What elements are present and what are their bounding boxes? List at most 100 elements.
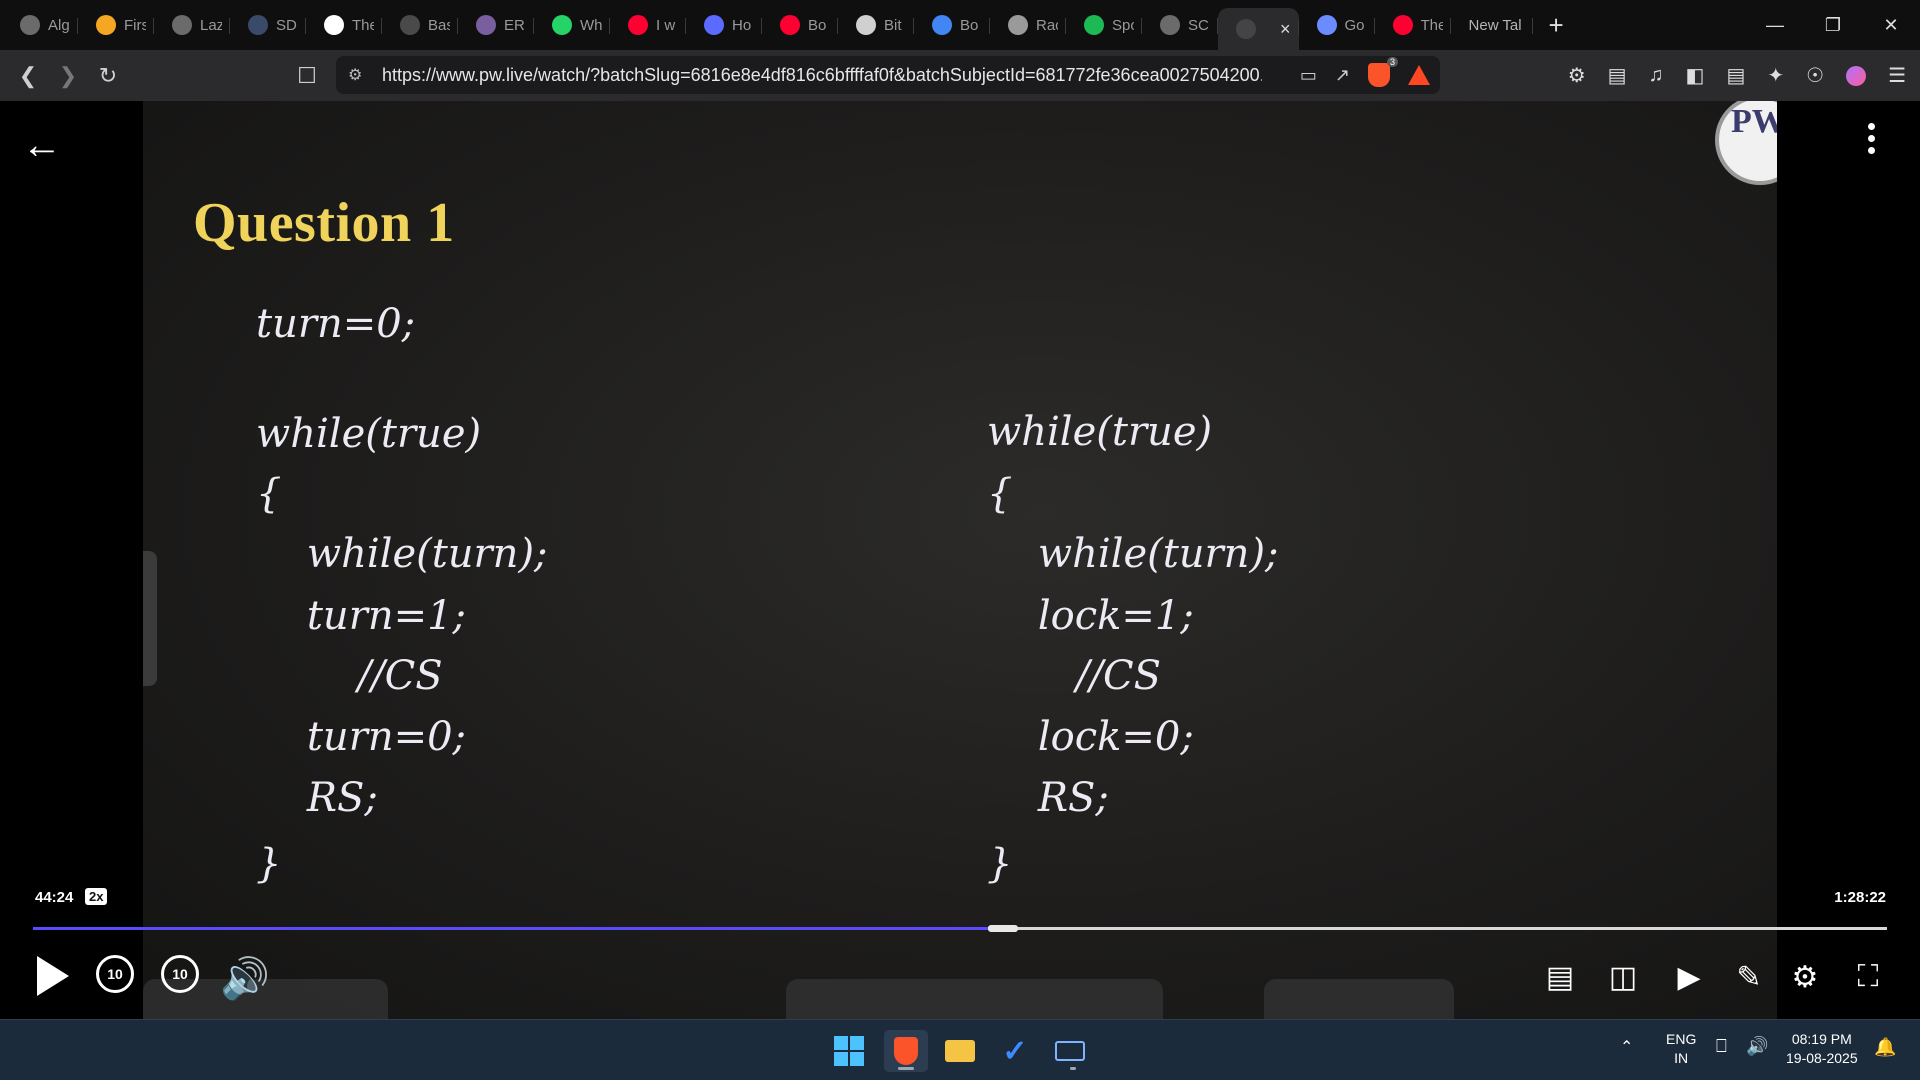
back-icon[interactable]: ❮ (8, 56, 48, 96)
play-button[interactable] (34, 954, 72, 998)
browser-tab[interactable]: Alg (2, 6, 78, 44)
extensions-icon[interactable]: ⚙ (1568, 63, 1586, 88)
video-player[interactable]: PW Question 1 turn=0; while(true) { while(… (0, 101, 1920, 1019)
miniplayer-icon[interactable]: ▶ (1667, 955, 1711, 999)
keyboard-icon[interactable] (1048, 1030, 1092, 1072)
file-explorer-icon[interactable] (938, 1030, 982, 1072)
globe-icon (1236, 19, 1256, 39)
tab-title: Rac (1036, 16, 1058, 34)
address-bar[interactable]: ⚙ https://www.pw.live/watch/?batchSlug=6… (336, 56, 1440, 94)
code-line: RS; (256, 775, 378, 821)
volume-icon[interactable]: 🔊 (220, 955, 270, 1002)
globe-icon (172, 15, 192, 35)
tab-title: Bo (960, 16, 979, 34)
network-icon[interactable]: ⎕ (1716, 1037, 1727, 1056)
seek-bar[interactable] (33, 925, 1887, 932)
tray-overflow-icon[interactable]: ⌃ (1620, 1038, 1633, 1057)
youtube-icon (1392, 15, 1413, 35)
language-indicator[interactable]: ENG IN (1666, 1030, 1696, 1068)
url-text[interactable]: https://www.pw.live/watch/?batchSlug=681… (382, 65, 1262, 86)
more-options-icon[interactable] (1866, 123, 1876, 154)
whiteboard-toolbar-right (1264, 979, 1454, 1019)
browser-tab[interactable]: SDI (230, 6, 306, 44)
minimize-icon[interactable]: — (1746, 0, 1804, 50)
browser-tab[interactable]: I w (610, 6, 686, 44)
code-line: while(true) (256, 411, 482, 457)
brave-shield-icon[interactable]: 3 (1368, 57, 1398, 87)
whiteboard-toolbar-center (786, 979, 1163, 1019)
notification-bell-icon[interactable]: 🔔 (1874, 1038, 1896, 1057)
tab-title: Ho (732, 16, 752, 34)
leo-icon[interactable] (1846, 65, 1867, 86)
translate-icon[interactable]: ◫ (1601, 955, 1645, 999)
seek-bar-played (33, 927, 988, 930)
browser-tab[interactable]: Spo (1066, 6, 1142, 44)
tab-title: Firs (124, 16, 146, 34)
browser-tab[interactable]: Bo (762, 6, 838, 44)
settings-gear-icon[interactable]: ⚙ (1783, 955, 1827, 999)
share-icon[interactable]: ↗ (1335, 65, 1350, 86)
window-controls: — ❐ ✕ (1746, 0, 1920, 50)
todo-icon[interactable]: ✓ (993, 1030, 1037, 1072)
tab-title: New Tal (1468, 16, 1522, 34)
start-button[interactable] (827, 1030, 871, 1072)
vpn-icon[interactable]: ☉ (1806, 63, 1824, 88)
browser-tab[interactable]: The (1375, 6, 1451, 44)
browser-tab[interactable]: Bas (382, 6, 458, 44)
browser-tab[interactable]: Go (1299, 6, 1375, 44)
browser-tab[interactable]: Rac (990, 6, 1066, 44)
new-tab-plus-icon[interactable]: + (1549, 10, 1564, 41)
browser-tab[interactable]: Firs (78, 6, 154, 44)
wallet-icon[interactable]: ▤ (1726, 63, 1745, 88)
fullscreen-icon[interactable]: ⛶ (1846, 955, 1890, 999)
browser-tab[interactable]: The (306, 6, 382, 44)
clock[interactable]: 08:19 PM 19-08-2025 (1786, 1030, 1858, 1068)
captions-icon[interactable]: ▤ (1538, 955, 1582, 999)
menu-icon[interactable]: ☰ (1888, 63, 1906, 88)
erp-icon (476, 15, 496, 35)
forward-10-button[interactable]: 10 (161, 955, 199, 993)
speaker-icon[interactable]: 🔊 (1746, 1037, 1768, 1056)
youtube-icon (628, 15, 648, 35)
cast-icon[interactable]: ▭ (1300, 65, 1317, 86)
rewind-10-button[interactable]: 10 (96, 955, 134, 993)
new-tab[interactable]: New Tal (1451, 6, 1533, 44)
forward-icon[interactable]: ❯ (48, 56, 88, 96)
notes-icon[interactable]: ✎ (1727, 955, 1771, 999)
active-tab[interactable]: × (1218, 8, 1299, 50)
browser-tab[interactable]: Wh (534, 6, 610, 44)
browser-tab[interactable]: ERI (458, 6, 534, 44)
code-line: //CS (256, 653, 443, 699)
back-arrow-icon[interactable]: ← (22, 123, 62, 168)
restore-icon[interactable]: ❐ (1804, 0, 1862, 50)
code-line: while(turn); (256, 531, 548, 577)
sidebar-icon[interactable]: ◧ (1686, 63, 1705, 88)
music-icon[interactable]: ♫ (1649, 64, 1664, 87)
site-settings-icon[interactable]: ⚙ (348, 65, 362, 85)
bitly-icon (856, 15, 876, 35)
browser-tab[interactable]: Bit (838, 6, 914, 44)
browser-tab[interactable]: SCI (1142, 6, 1218, 44)
browser-tab[interactable]: Bo (914, 6, 990, 44)
code-line: { (256, 471, 282, 517)
tab-strip: Alg Firs Laz SDI The Bas ERI Wh I w Ho Bo Bit Bo Rac S… (0, 0, 1920, 50)
code-line: turn=0; (256, 301, 416, 347)
playback-speed-badge[interactable]: 2x (85, 888, 108, 905)
total-time: 1:28:22 (1834, 889, 1886, 906)
brave-taskbar-icon[interactable] (884, 1030, 928, 1072)
close-tab-icon[interactable]: × (1280, 19, 1291, 40)
reader-icon[interactable]: ▤ (1608, 63, 1627, 88)
code-line: turn=1; (256, 593, 467, 639)
close-window-icon[interactable]: ✕ (1862, 0, 1920, 50)
seek-bar-handle[interactable] (988, 925, 1018, 932)
browser-tab[interactable]: Ho (686, 6, 762, 44)
reload-icon[interactable]: ↻ (88, 56, 128, 96)
spotify-icon (1084, 15, 1104, 35)
gemini-icon (1316, 15, 1337, 35)
rewards-icon[interactable] (1408, 65, 1430, 85)
ai-sparkle-icon[interactable]: ✦ (1767, 63, 1784, 88)
bookmark-icon[interactable]: ☐ (287, 56, 327, 96)
browser-toolbar: ❮ ❯ ↻ ☐ ⚙ https://www.pw.live/watch/?bat… (0, 50, 1920, 101)
question-title: Question 1 (193, 192, 455, 254)
browser-tab[interactable]: Laz (154, 6, 230, 44)
